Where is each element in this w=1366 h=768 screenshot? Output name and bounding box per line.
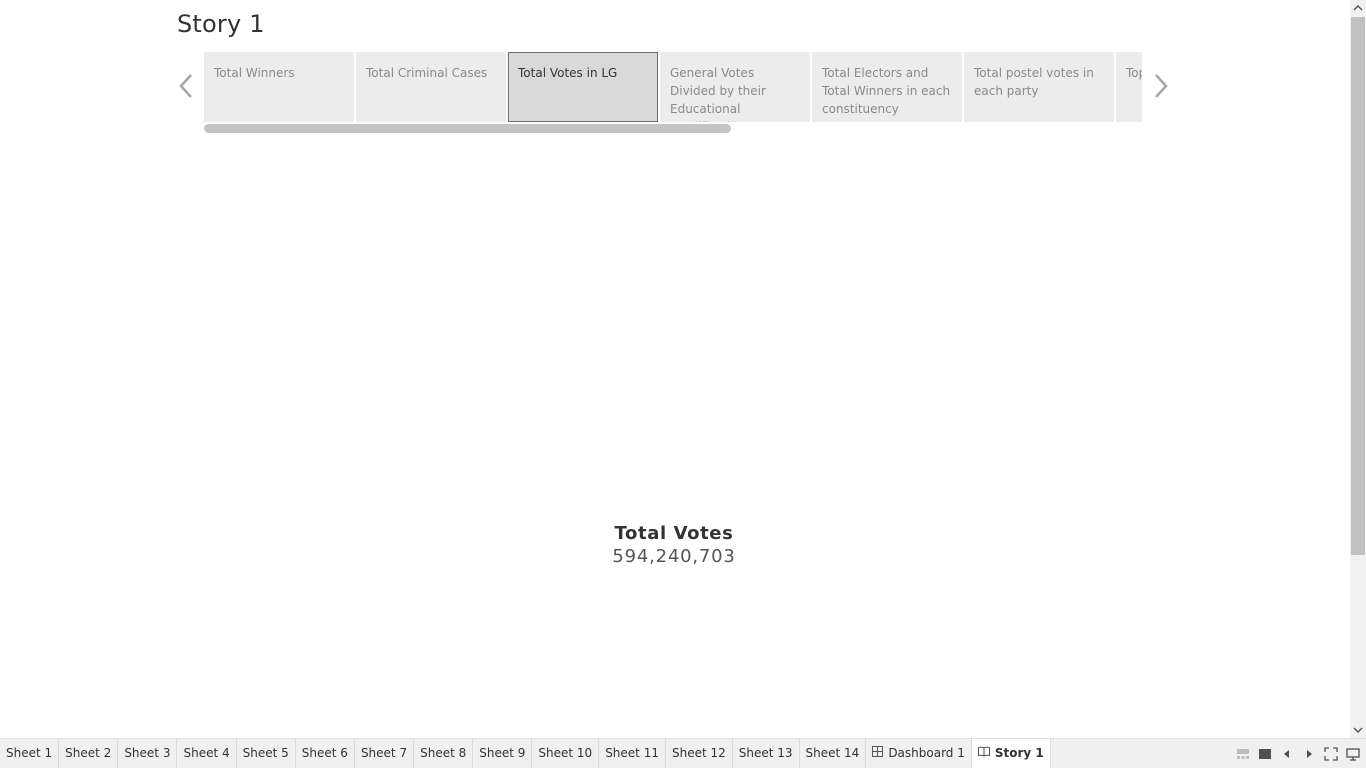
tab-sheet-8[interactable]: Sheet 8 [414,739,474,768]
tab-label: Sheet 8 [420,746,467,760]
story-point-6[interactable]: Total postel votes in each party [964,52,1114,122]
previous-sheet-icon[interactable] [1280,747,1294,761]
tab-sheet-13[interactable]: Sheet 13 [733,739,800,768]
dashboard-icon [872,739,884,768]
story-point-3[interactable]: Total Votes in LG [508,52,658,122]
tab-label: Sheet 4 [183,746,230,760]
story-points-navigator: Total Winners Total Criminal Cases Total V… [204,52,1142,122]
tab-view-icon[interactable] [1258,747,1272,761]
vertical-scroll-thumb[interactable] [1351,17,1365,555]
scroll-down-icon[interactable] [1350,721,1366,738]
total-votes-kpi: Total Votes 594,240,703 [524,523,824,567]
story-point-7[interactable]: Top [1116,52,1142,122]
tab-label: Sheet 3 [124,746,171,760]
tab-sheet-11[interactable]: Sheet 11 [599,739,666,768]
story-point-4[interactable]: General Votes Divided by their Education… [660,52,810,122]
tableau-story-window: Story 1 Total Winners Total Criminal Case… [0,0,1366,768]
story-title: Story 1 [177,10,265,38]
tab-label: Sheet 7 [360,746,408,760]
tab-sheet-1[interactable]: Sheet 1 [0,739,60,768]
next-sheet-icon[interactable] [1302,747,1316,761]
tab-sheet-12[interactable]: Sheet 12 [666,739,733,768]
fullscreen-icon[interactable] [1324,746,1338,761]
tab-label: Sheet 14 [805,746,860,760]
tab-sheet-4[interactable]: Sheet 4 [177,739,237,768]
tab-sheet-9[interactable]: Sheet 9 [473,739,533,768]
tab-sheet-7[interactable]: Sheet 7 [355,739,415,768]
vertical-scrollbar[interactable] [1350,0,1366,738]
kpi-value: 594,240,703 [612,546,736,567]
tab-label: Sheet 6 [301,746,348,760]
tab-sheet-2[interactable]: Sheet 2 [59,739,119,768]
sheet-tab-bar: Sheet 1 Sheet 2 Sheet 3 Sheet 4 Sheet 5 Sheet… [0,738,1366,768]
tab-story-1[interactable]: Story 1 [971,739,1051,768]
story-canvas: Story 1 Total Winners Total Criminal Case… [0,0,1350,738]
tab-label: Sheet 2 [65,746,112,760]
filmstrip-view-icon[interactable] [1236,747,1250,761]
tab-dashboard-1[interactable]: Dashboard 1 [866,739,972,768]
navigator-scrollbar[interactable] [204,124,1142,133]
tab-label: Story 1 [994,746,1044,760]
tab-sheet-6[interactable]: Sheet 6 [296,739,355,768]
tab-bar-tools [1236,739,1360,768]
tab-label: Sheet 12 [671,746,726,760]
presentation-mode-icon[interactable] [1346,747,1360,761]
kpi-label: Total Votes [614,523,734,544]
story-point-2[interactable]: Total Criminal Cases [356,52,506,122]
story-point-5[interactable]: Total Electors and Total Winners in each… [812,52,962,122]
tab-sheet-3[interactable]: Sheet 3 [118,739,178,768]
chevron-right-icon[interactable] [1150,70,1172,102]
navigator-scroll-thumb[interactable] [204,124,731,133]
tab-sheet-14[interactable]: Sheet 14 [800,739,867,768]
tab-label: Dashboard 1 [888,746,965,760]
tab-label: Sheet 1 [6,746,53,760]
tab-label: Sheet 11 [605,746,659,760]
chevron-left-icon[interactable] [176,70,198,102]
tab-label: Sheet 10 [538,746,593,760]
tab-label: Sheet 13 [738,746,793,760]
scroll-up-icon[interactable] [1350,0,1366,17]
tab-label: Sheet 5 [242,746,289,760]
tab-label: Sheet 9 [479,746,526,760]
tab-sheet-10[interactable]: Sheet 10 [532,739,600,768]
sheet-tabs: Sheet 1 Sheet 2 Sheet 3 Sheet 4 Sheet 5 Sheet… [0,739,1051,768]
story-book-icon [977,739,990,768]
tab-sheet-5[interactable]: Sheet 5 [237,739,296,768]
story-point-1[interactable]: Total Winners [204,52,354,122]
